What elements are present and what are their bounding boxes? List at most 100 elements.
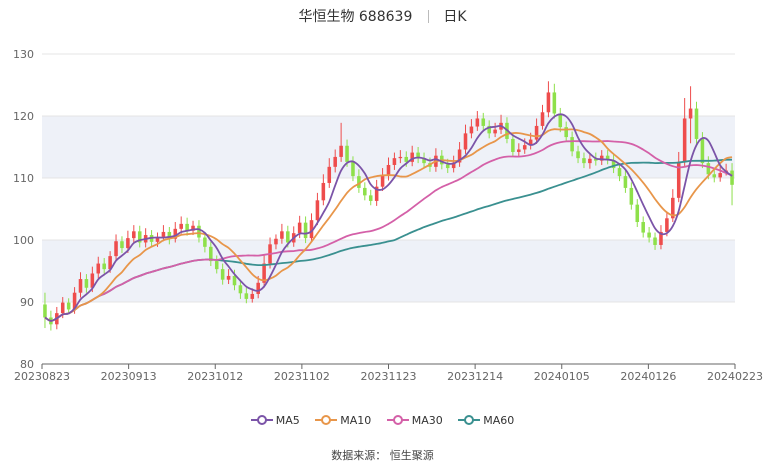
candle-body [534, 125, 539, 140]
candle[interactable] [641, 216, 645, 238]
legend-item-ma10[interactable]: MA10 [315, 413, 371, 427]
candle-body [286, 231, 290, 243]
candle-body [78, 279, 83, 293]
candle-body [475, 118, 480, 127]
candle[interactable] [682, 98, 687, 167]
candle-body [203, 237, 207, 247]
x-tick-label: 20240223 [707, 370, 763, 383]
candle-body [588, 158, 592, 164]
candle-body [380, 175, 385, 187]
legend-item-ma60[interactable]: MA60 [458, 413, 514, 427]
candle-body [552, 92, 557, 114]
candle-body [280, 231, 284, 239]
candle-body [404, 156, 409, 162]
legend-label-ma10: MA10 [340, 413, 372, 427]
candle-body [297, 222, 302, 234]
candle-body [445, 164, 450, 169]
candle-body [250, 293, 255, 299]
candle[interactable] [303, 216, 308, 244]
candle-body [232, 275, 237, 286]
x-tick-label: 20230823 [14, 370, 70, 383]
candle[interactable] [374, 179, 379, 206]
candle-body [368, 195, 373, 201]
x-tick-label: 20231123 [361, 370, 417, 383]
candle-body [688, 108, 693, 119]
candle-body [179, 223, 183, 229]
candle-body [522, 145, 527, 150]
candle-body [623, 176, 628, 188]
candle-body [665, 218, 669, 232]
candle-body [244, 293, 249, 299]
candle[interactable] [161, 225, 166, 242]
candle-body [351, 161, 355, 177]
candle-body [102, 263, 106, 270]
candle-body [126, 238, 130, 249]
candle-body [469, 126, 474, 134]
candle[interactable] [552, 83, 557, 119]
candle-body [570, 137, 574, 152]
candle-body [226, 275, 231, 280]
candle-body [582, 158, 586, 164]
legend-item-ma30[interactable]: MA30 [386, 413, 443, 427]
candle-body [647, 232, 651, 238]
candle-body [303, 222, 308, 239]
legend-label-ma30: MA30 [411, 413, 443, 427]
x-tick-label: 20231214 [447, 370, 503, 383]
legend-label-ma5: MA5 [275, 413, 300, 427]
x-axis: 20230823 20230913 20231012 20231102 20231123… [14, 363, 763, 383]
legend: MA5 MA10 MA30 MA60 [0, 413, 765, 427]
candle-body [84, 279, 89, 288]
candle[interactable] [321, 174, 326, 206]
candle-body [386, 164, 391, 176]
candle-body [161, 231, 166, 237]
x-tick-label: 20240105 [534, 370, 590, 383]
y-tick-label: 110 [13, 172, 34, 185]
candle[interactable] [546, 81, 551, 118]
legend-label-ma60: MA60 [483, 413, 515, 427]
candle-body [635, 204, 640, 223]
candle-body [730, 170, 734, 185]
x-tick-label: 20230913 [101, 370, 157, 383]
candle-body [558, 113, 563, 128]
candle-body [60, 302, 65, 314]
candle-body [132, 231, 136, 239]
candle[interactable] [309, 213, 314, 243]
candle[interactable] [629, 182, 634, 210]
candle-body [511, 138, 515, 152]
candle-body [238, 285, 243, 294]
candle[interactable] [540, 104, 545, 130]
candle[interactable] [363, 182, 367, 201]
legend-item-ma5[interactable]: MA5 [250, 413, 300, 427]
y-axis: 8090100110120130 [13, 48, 34, 371]
candle-body [220, 269, 225, 280]
candle-body [339, 145, 343, 157]
candle-body [481, 118, 486, 126]
candle-body [694, 108, 699, 139]
x-tick-label: 20240126 [620, 370, 676, 383]
y-tick-label: 100 [13, 234, 34, 247]
candle[interactable] [173, 222, 178, 243]
legend-marker-ma5-icon [250, 415, 273, 426]
candle-body [718, 173, 722, 178]
candle-body [617, 168, 622, 177]
candle-body [517, 149, 521, 152]
y-tick-label: 90 [20, 296, 34, 309]
data-source: 数据来源： 恒生聚源 [331, 449, 434, 462]
candle-body [540, 112, 545, 126]
candle-body [363, 187, 367, 196]
candle-body [641, 222, 645, 233]
candle-body [274, 238, 278, 245]
candle[interactable] [694, 101, 699, 144]
candle[interactable] [185, 217, 189, 236]
candle[interactable] [671, 189, 675, 223]
candle-body [256, 282, 260, 294]
candle-body [327, 166, 332, 183]
candle[interactable] [368, 189, 373, 206]
candle[interactable] [635, 199, 640, 227]
candle-body [66, 302, 71, 310]
legend-marker-ma30-icon [386, 415, 409, 426]
x-tick-label: 20231102 [274, 370, 330, 383]
candle[interactable] [197, 220, 201, 243]
candle-body [712, 174, 717, 178]
candle-body [333, 156, 337, 167]
